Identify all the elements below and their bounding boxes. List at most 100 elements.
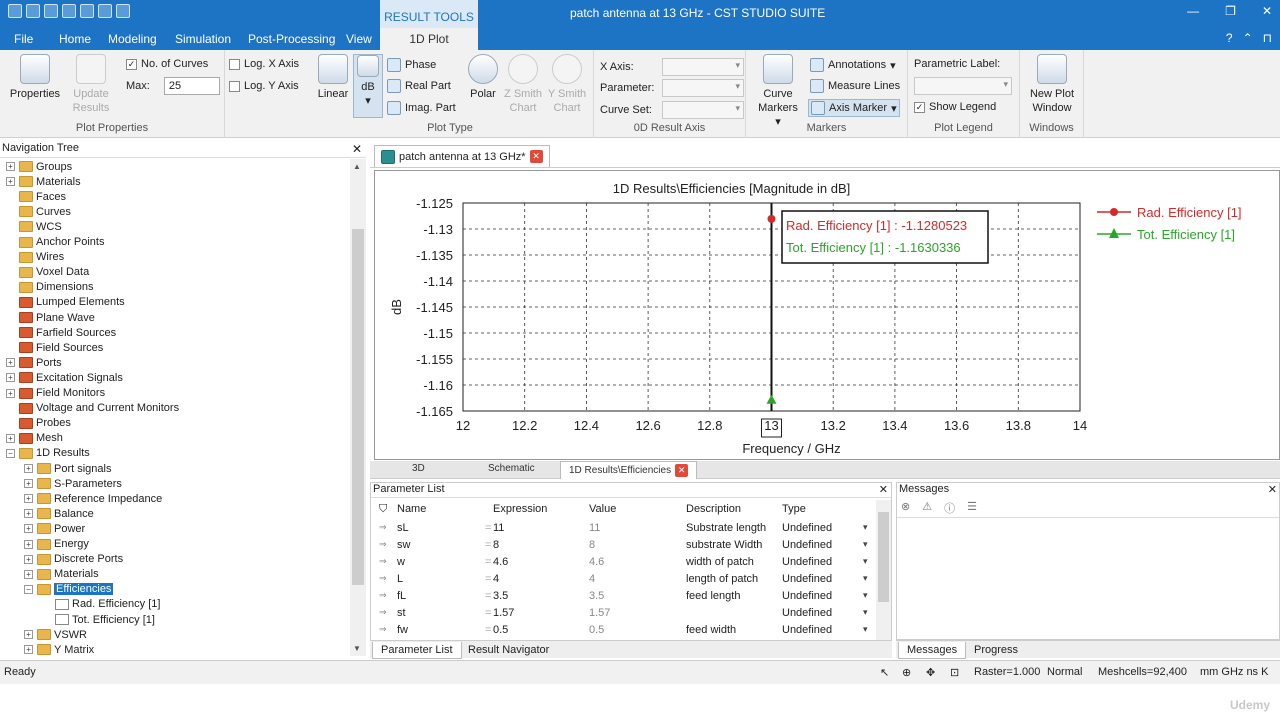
param-type[interactable]: Undefined [782, 522, 832, 534]
tree-item[interactable]: Tot. Efficiency [1] [42, 612, 155, 627]
chevron-down-icon[interactable]: ▾ [863, 607, 868, 618]
close-icon[interactable]: ✕ [529, 150, 543, 163]
param-expression[interactable]: 3.5 [493, 590, 508, 602]
tab-result-navigator[interactable]: Result Navigator [460, 642, 557, 658]
tab-view[interactable]: View [346, 32, 372, 46]
scroll-up-icon[interactable]: ▲ [353, 162, 361, 171]
param-description[interactable]: width of patch [686, 556, 754, 568]
tab-simulation[interactable]: Simulation [175, 32, 231, 46]
parametric-label-dropdown[interactable] [914, 77, 1012, 95]
close-icon[interactable]: ✕ [1262, 4, 1272, 18]
param-description[interactable]: substrate Width [686, 539, 762, 551]
tree-item[interactable]: + Discrete Ports [24, 552, 123, 567]
linear-button[interactable]: Linear [315, 54, 351, 101]
tab-modeling[interactable]: Modeling [108, 32, 157, 46]
table-row[interactable]: ⇒ w = 4.6 4.6 width of patch Undefined ▾ [371, 554, 876, 571]
log-y-axis-checkbox[interactable]: Log. Y Axis [229, 80, 299, 92]
tab-home[interactable]: Home [59, 32, 91, 46]
expand-toggle-icon[interactable]: + [24, 554, 33, 564]
col-value[interactable]: Value [589, 503, 616, 515]
scroll-down-icon[interactable]: ▼ [353, 644, 361, 653]
param-expression[interactable]: 4.6 [493, 556, 508, 568]
undo-icon[interactable] [98, 4, 112, 18]
tree-item[interactable]: + Balance [24, 506, 94, 521]
table-row[interactable]: ⇒ sw = 8 8 substrate Width Undefined ▾ [371, 537, 876, 554]
expand-toggle-icon[interactable]: + [24, 494, 33, 504]
parameter-dropdown[interactable] [662, 79, 744, 97]
param-description[interactable]: length of patch [686, 573, 758, 585]
param-type[interactable]: Undefined [782, 607, 832, 619]
properties-button[interactable]: Properties [8, 54, 62, 101]
param-description[interactable]: feed width [686, 624, 736, 636]
chevron-down-icon[interactable]: ▾ [863, 556, 868, 567]
warning-filter-icon[interactable]: ⚠ [922, 500, 932, 516]
tree-item[interactable]: Curves [6, 204, 71, 219]
parameter-scrollbar[interactable] [876, 500, 891, 640]
zoom-tool-icon[interactable]: ⊕ [902, 666, 911, 679]
tree-item[interactable]: + Reference Impedance [24, 491, 162, 506]
pin-icon[interactable]: ⊓ [1263, 31, 1272, 45]
chevron-down-icon[interactable]: ▾ [863, 573, 868, 584]
fit-view-icon[interactable]: ⊡ [950, 666, 959, 679]
annotations-button[interactable]: Annotations ▾ [810, 58, 896, 72]
tree-item[interactable]: Probes [6, 416, 71, 431]
chevron-down-icon[interactable]: ▾ [863, 590, 868, 601]
tree-item[interactable]: + Ports [6, 355, 62, 370]
imag-part-button[interactable]: Imag. Part [387, 101, 456, 115]
db-button[interactable]: dB ▾ [353, 54, 383, 118]
minimize-icon[interactable]: — [1187, 4, 1199, 18]
efficiency-chart[interactable]: 1D Results\Efficiencies [Magnitude in dB… [375, 171, 1279, 459]
new-plot-window-button[interactable]: New Plot Window [1026, 54, 1078, 115]
tree-scrollbar[interactable]: ▲ ▼ [350, 159, 366, 656]
tab-messages[interactable]: Messages [898, 642, 967, 659]
col-type[interactable]: Type [782, 503, 806, 515]
tab-post-processing[interactable]: Post-Processing [248, 32, 335, 46]
curve-markers-button[interactable]: Curve Markers ▾ [754, 54, 802, 129]
expand-toggle-icon[interactable]: + [6, 162, 15, 171]
param-description[interactable]: Substrate length [686, 522, 766, 534]
tree-item[interactable]: Field Sources [6, 340, 103, 355]
pan-tool-icon[interactable]: ✥ [926, 666, 935, 679]
print-icon[interactable] [80, 4, 94, 18]
tree-item[interactable]: − Efficiencies [24, 582, 114, 597]
expand-toggle-icon[interactable]: + [6, 433, 15, 443]
expand-toggle-icon[interactable]: + [6, 358, 15, 368]
filter-icon[interactable]: ⛉ [379, 503, 387, 516]
tab-progress[interactable]: Progress [966, 642, 1026, 658]
tree-item[interactable]: Rad. Efficiency [1] [42, 597, 160, 612]
update-results-button[interactable]: Update Results [66, 54, 116, 115]
chevron-down-icon[interactable]: ▾ [863, 624, 868, 635]
y-smith-chart-button[interactable]: Y Smith Chart [547, 54, 587, 115]
z-smith-chart-button[interactable]: Z Smith Chart [503, 54, 543, 115]
close-icon[interactable]: ✕ [1268, 483, 1277, 496]
param-expression[interactable]: 1.57 [493, 607, 514, 619]
tab-schematic[interactable]: Schematic [488, 463, 535, 474]
measure-lines-button[interactable]: Measure Lines [810, 79, 900, 93]
tree-item[interactable]: + Excitation Signals [6, 370, 123, 385]
info-filter-icon[interactable]: ⓘ [944, 500, 955, 516]
axis-marker-button[interactable]: Axis Marker ▾ [808, 99, 900, 117]
curve-set-dropdown[interactable] [662, 101, 744, 119]
table-row[interactable]: ⇒ fL = 3.5 3.5 feed length Undefined ▾ [371, 588, 876, 605]
expand-toggle-icon[interactable]: + [24, 645, 33, 655]
help-icon[interactable]: ? [1226, 31, 1233, 45]
expand-toggle-icon[interactable]: − [24, 584, 33, 594]
expand-toggle-icon[interactable]: + [24, 464, 33, 473]
tree-item[interactable]: + VSWR [24, 627, 87, 642]
restore-icon[interactable]: ❐ [1225, 4, 1236, 18]
tree-item[interactable]: + Groups [6, 159, 72, 174]
collapse-ribbon-icon[interactable]: ⌃ [1243, 31, 1253, 45]
expand-toggle-icon[interactable]: + [24, 569, 33, 579]
tab-parameter-list[interactable]: Parameter List [372, 642, 462, 659]
polar-button[interactable]: Polar [465, 54, 501, 101]
open-folder-icon[interactable] [26, 4, 40, 18]
plot-area[interactable]: 1D Results\Efficiencies [Magnitude in dB… [374, 170, 1280, 460]
new-file-icon[interactable] [8, 4, 22, 18]
tree-item[interactable]: Lumped Elements [6, 295, 125, 310]
table-row[interactable]: ⇒ L = 4 4 length of patch Undefined ▾ [371, 571, 876, 588]
save-all-icon[interactable] [62, 4, 76, 18]
expand-toggle-icon[interactable]: + [24, 479, 33, 489]
tree-item[interactable]: WCS [6, 219, 62, 234]
no-curves-checkbox[interactable]: ✓ No. of Curves [126, 58, 208, 70]
param-description[interactable]: feed length [686, 590, 740, 602]
